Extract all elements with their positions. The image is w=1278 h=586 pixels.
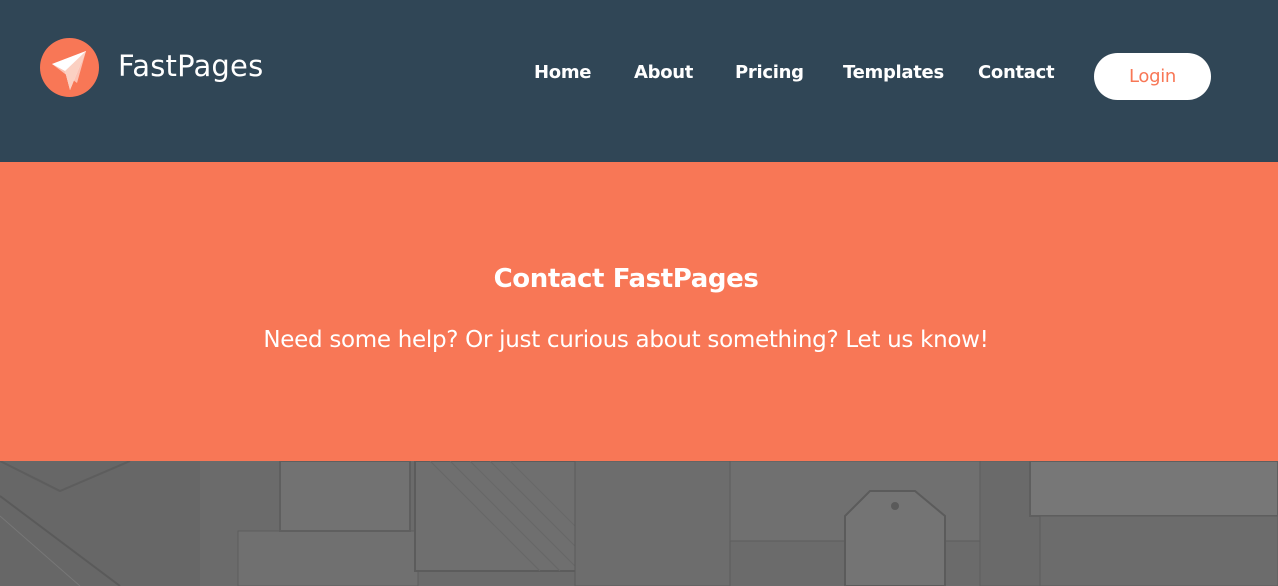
nav-item-about[interactable]: About xyxy=(634,62,693,83)
background-image-envelopes xyxy=(0,461,1278,586)
page-subtitle: Need some help? Or just curious about so… xyxy=(263,327,989,353)
envelopes-illustration xyxy=(0,461,1278,586)
brand-name: FastPages xyxy=(118,49,263,83)
site-header: FastPages Home About Pricing Templates C… xyxy=(0,0,1278,162)
brand-logo-link[interactable]: FastPages xyxy=(40,38,263,97)
brand-name-part1: Fast xyxy=(118,48,178,83)
nav-item-home[interactable]: Home xyxy=(534,62,592,83)
page-title: Contact FastPages xyxy=(493,264,759,294)
nav-item-pricing[interactable]: Pricing xyxy=(735,62,804,83)
nav-item-templates[interactable]: Templates xyxy=(843,62,944,83)
nav-item-contact[interactable]: Contact xyxy=(978,62,1055,83)
login-button[interactable]: Login xyxy=(1094,53,1211,100)
brand-name-part2: Pages xyxy=(177,48,264,83)
contact-hero: Contact FastPages Need some help? Or jus… xyxy=(0,162,1278,461)
paper-plane-logo-icon xyxy=(40,38,99,97)
